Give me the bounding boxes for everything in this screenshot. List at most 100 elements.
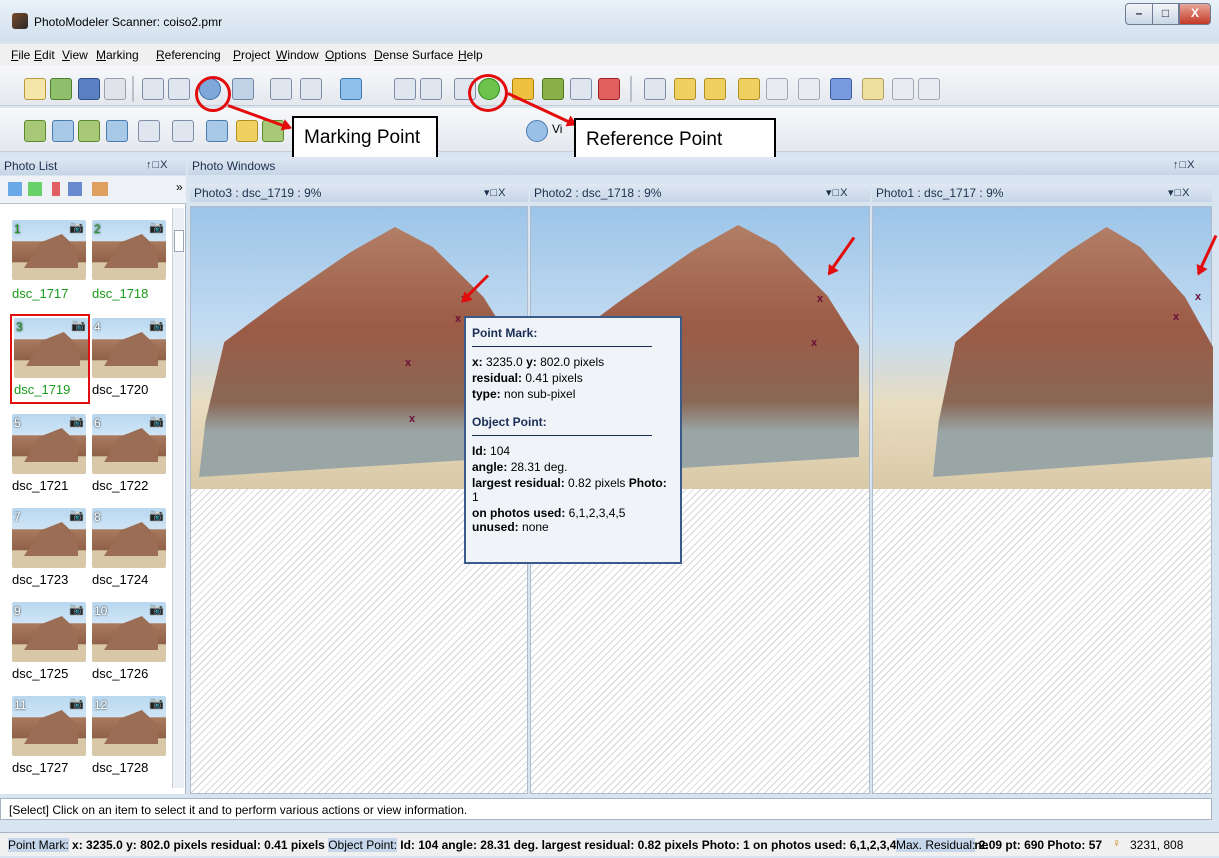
photo-windows-title: Photo Windows [192, 159, 276, 173]
point-mark-icon[interactable]: x [409, 413, 415, 425]
point-mark-icon[interactable]: x [1195, 291, 1201, 303]
close-button[interactable]: X [1179, 3, 1211, 25]
photo-window-buttons[interactable]: ▾□X [1168, 186, 1191, 199]
divider [472, 435, 652, 436]
window-cascade-icon[interactable] [206, 120, 228, 142]
window-layout-icon[interactable] [138, 120, 160, 142]
visibility-icon[interactable] [526, 120, 548, 142]
grid-icon[interactable] [862, 78, 884, 100]
photo-window-title: Photo2 : dsc_1718 : 9% [534, 186, 662, 200]
toolbar-separator [630, 76, 632, 102]
photo-thumbnail[interactable]: 1 📷 [12, 220, 86, 280]
filter-icon[interactable] [598, 78, 620, 100]
photo-window-buttons[interactable]: ▾□X [826, 186, 849, 199]
point-mark-icon[interactable]: x [405, 357, 411, 369]
open-project-icon[interactable] [50, 78, 72, 100]
photo-list-pane-buttons[interactable]: ↑□X [146, 159, 168, 171]
menu-dense-surface[interactable]: Dense Surface [374, 48, 453, 62]
checklist-icon[interactable] [542, 78, 564, 100]
photo1-window[interactable]: x x [872, 206, 1213, 794]
menu-options[interactable]: Options [325, 48, 366, 62]
photo-thumbnail[interactable]: 10 📷 [92, 602, 166, 662]
photo-thumbnail[interactable]: 5 📷 [12, 414, 86, 474]
surface-tool-icon[interactable] [340, 78, 362, 100]
save-icon[interactable] [78, 78, 100, 100]
layout-icon[interactable] [892, 78, 914, 100]
minimize-button[interactable]: – [1125, 3, 1153, 25]
point-mark-icon[interactable]: x [811, 337, 817, 349]
pencil-icon[interactable] [394, 78, 416, 100]
photo-number: 5 [14, 416, 21, 430]
photo-thumbnail[interactable]: 8 📷 [92, 508, 166, 568]
photo-grid-icon[interactable] [92, 182, 108, 196]
menu-marking[interactable]: Marking [96, 48, 139, 62]
photo-number: 10 [94, 604, 108, 618]
angle-line: angle: 28.31 deg. [472, 460, 568, 474]
ruler-icon[interactable] [236, 120, 258, 142]
point-mark-icon[interactable]: x [455, 313, 461, 325]
photo-thumbnail[interactable]: 2 📷 [92, 220, 166, 280]
marking-mode-icon[interactable] [232, 78, 254, 100]
add-photo-icon[interactable] [8, 182, 22, 196]
camera-settings-icon[interactable] [918, 78, 940, 100]
menu-file[interactable]: File [11, 48, 30, 62]
table-view-icon[interactable] [78, 120, 100, 142]
chevron-right-icon[interactable]: » [176, 180, 183, 194]
app-icon [12, 13, 28, 29]
photo-thumbnail[interactable]: 12 📷 [92, 696, 166, 756]
undo-icon[interactable] [104, 78, 126, 100]
menu-edit[interactable]: Edit [34, 48, 55, 62]
point-mark-icon[interactable]: x [1173, 311, 1179, 323]
maximize-button[interactable]: □ [1153, 3, 1179, 25]
select-tool-icon[interactable] [142, 78, 164, 100]
points-table-icon[interactable] [674, 78, 696, 100]
photo-windows-pane-buttons[interactable]: ↑□X [1173, 159, 1195, 171]
table-icon[interactable] [644, 78, 666, 100]
photo-window-buttons[interactable]: ▾□X [484, 186, 507, 199]
table-disabled-icon[interactable] [766, 78, 788, 100]
camera-icon: 📷 [69, 696, 84, 710]
photo-thumbnail[interactable]: 3 📷 [14, 318, 88, 378]
photo-number: 2 [94, 222, 101, 236]
photo-list-header: Photo List ↑□X [0, 157, 186, 175]
new-project-icon[interactable] [24, 78, 46, 100]
photo-properties-icon[interactable] [68, 182, 82, 196]
menu-help[interactable]: Help [458, 48, 483, 62]
hint-bar: [Select] Click on an item to select it a… [0, 798, 1212, 820]
object-point-label: Object Point: [328, 838, 397, 852]
menu-referencing[interactable]: Referencing [156, 48, 221, 62]
edit-table-icon[interactable] [738, 78, 760, 100]
menu-project[interactable]: Project [233, 48, 270, 62]
line-tool-icon[interactable] [270, 78, 292, 100]
point-mark-icon[interactable]: x [817, 293, 823, 305]
photo-window-title: Photo1 : dsc_1717 : 9% [876, 186, 1004, 200]
curve-tool-icon[interactable] [300, 78, 322, 100]
scrollbar-thumb[interactable] [174, 230, 184, 252]
checklist-view-icon[interactable] [106, 120, 128, 142]
photo-list: 1 📷 dsc_1717 2 📷 dsc_1718 3 📷 dsc_1719 4 📷 d… [0, 204, 186, 794]
photo-thumbnail[interactable]: 9 📷 [12, 602, 86, 662]
photo-thumbnail[interactable]: 4 📷 [92, 318, 166, 378]
photo-label: dsc_1726 [92, 666, 149, 681]
dimension-icon[interactable] [420, 78, 442, 100]
close-icon: X [1190, 6, 1199, 20]
mesh-icon[interactable] [830, 78, 852, 100]
menu-window[interactable]: Window [276, 48, 319, 62]
remove-photo-icon[interactable] [52, 182, 60, 196]
photo-label: dsc_1728 [92, 760, 149, 775]
photo-view-icon[interactable] [24, 120, 46, 142]
add-photos-icon[interactable] [28, 182, 42, 196]
reference-point-callout: Reference Point [574, 118, 776, 162]
photo-image[interactable]: x x [873, 207, 1213, 489]
photo-thumbnail[interactable]: 6 📷 [92, 414, 166, 474]
point-audit-icon[interactable] [570, 78, 592, 100]
multi-select-icon[interactable] [168, 78, 190, 100]
menu-view[interactable]: View [62, 48, 88, 62]
window-tile-icon[interactable] [172, 120, 194, 142]
export-icon[interactable] [798, 78, 820, 100]
photo-thumbnail[interactable]: 7 📷 [12, 508, 86, 568]
photo-list-scrollbar[interactable] [172, 208, 184, 788]
lines-table-icon[interactable] [704, 78, 726, 100]
3d-view-icon[interactable] [52, 120, 74, 142]
photo-thumbnail[interactable]: 11 📷 [12, 696, 86, 756]
